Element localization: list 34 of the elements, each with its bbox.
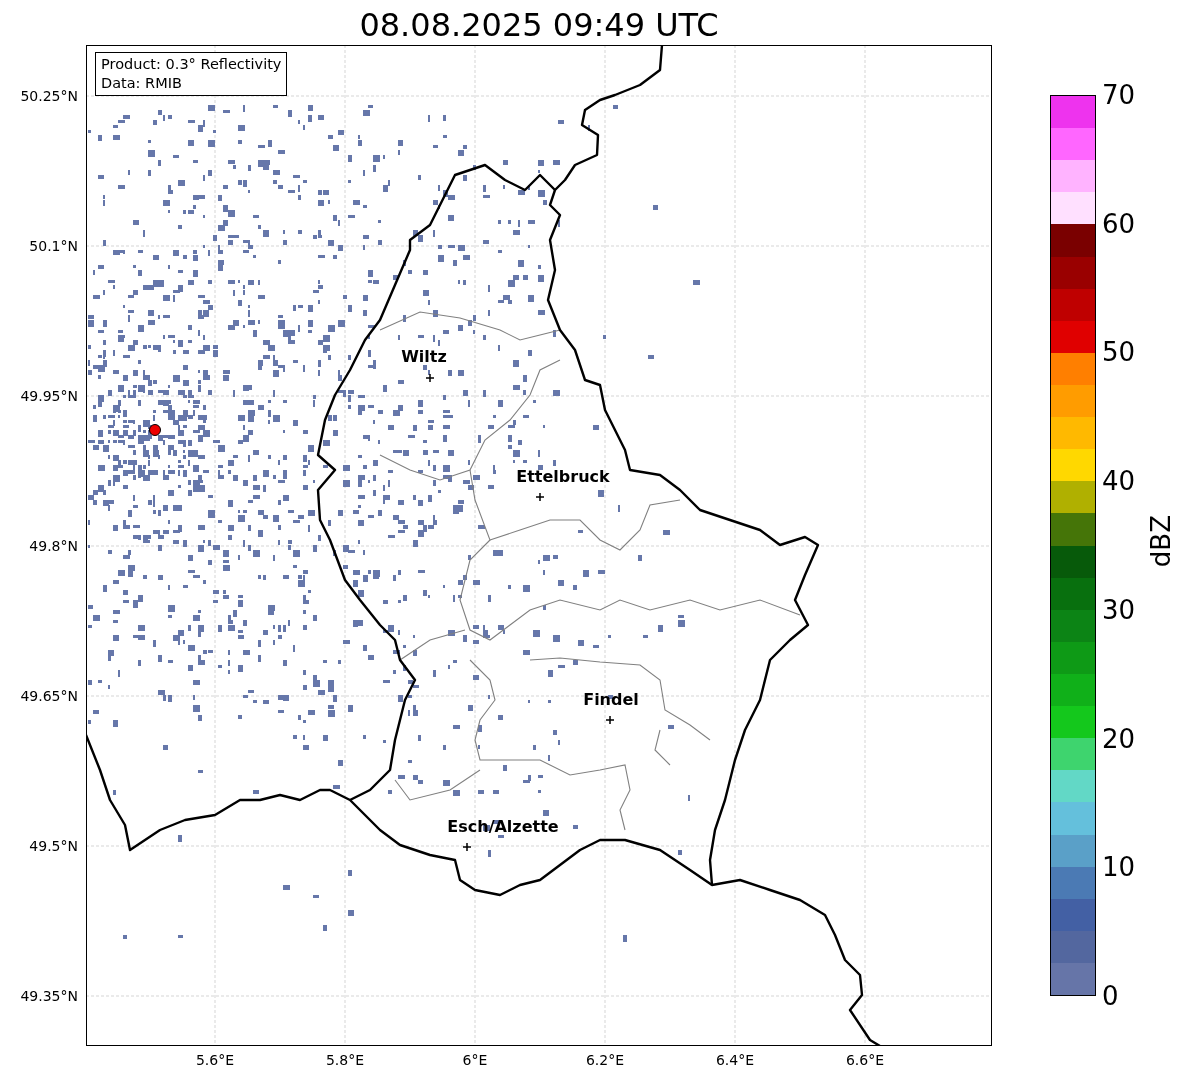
colorbar-tick-label: 50 bbox=[1102, 338, 1136, 367]
radar-site-icon bbox=[149, 424, 161, 436]
latitude-label: 49.65°N bbox=[20, 688, 78, 704]
plot-title: 08.08.2025 09:49 UTC bbox=[359, 5, 719, 45]
latitude-label: 50.1°N bbox=[29, 238, 78, 254]
longitude-label: 6.2°E bbox=[585, 1052, 625, 1068]
colorbar-tick-label: 60 bbox=[1102, 209, 1136, 238]
latitude-label: 49.5°N bbox=[29, 838, 78, 854]
latitude-label: 49.8°N bbox=[29, 538, 78, 554]
city-marker-icon bbox=[425, 373, 435, 383]
longitude-label: 6°E bbox=[462, 1052, 488, 1068]
longitude-label: 5.6°E bbox=[195, 1052, 235, 1068]
city-label: Findel bbox=[583, 690, 639, 709]
city-marker-icon bbox=[535, 492, 545, 502]
colorbar-tick-label: 20 bbox=[1102, 724, 1136, 753]
longitude-label: 6.6°E bbox=[845, 1052, 885, 1068]
colorbar-tick-label: 30 bbox=[1102, 595, 1136, 624]
colorbar-tick-label: 0 bbox=[1102, 982, 1119, 1010]
city-label: Ettelbruck bbox=[516, 467, 610, 486]
city-marker-icon bbox=[462, 842, 472, 852]
longitude-label: 5.8°E bbox=[325, 1052, 365, 1068]
city-label: Esch/Alzette bbox=[447, 817, 559, 836]
info-text: Data: RMIB bbox=[101, 74, 183, 93]
info-text: Product: 0.3° Reflectivity bbox=[101, 55, 282, 74]
latitude-label: 49.35°N bbox=[20, 988, 78, 1004]
latitude-label: 50.25°N bbox=[20, 88, 78, 104]
colorbar-tick-label: 70 bbox=[1102, 81, 1136, 109]
colorbar-tick-label: 10 bbox=[1102, 853, 1136, 882]
city-label: Wiltz bbox=[401, 347, 447, 366]
colorbar-tick-label: 40 bbox=[1102, 467, 1136, 496]
longitude-label: 6.4°E bbox=[715, 1052, 755, 1068]
city-marker-icon bbox=[605, 715, 615, 725]
colorbar-label: dBZ bbox=[1146, 515, 1176, 568]
latitude-label: 49.95°N bbox=[20, 388, 78, 404]
